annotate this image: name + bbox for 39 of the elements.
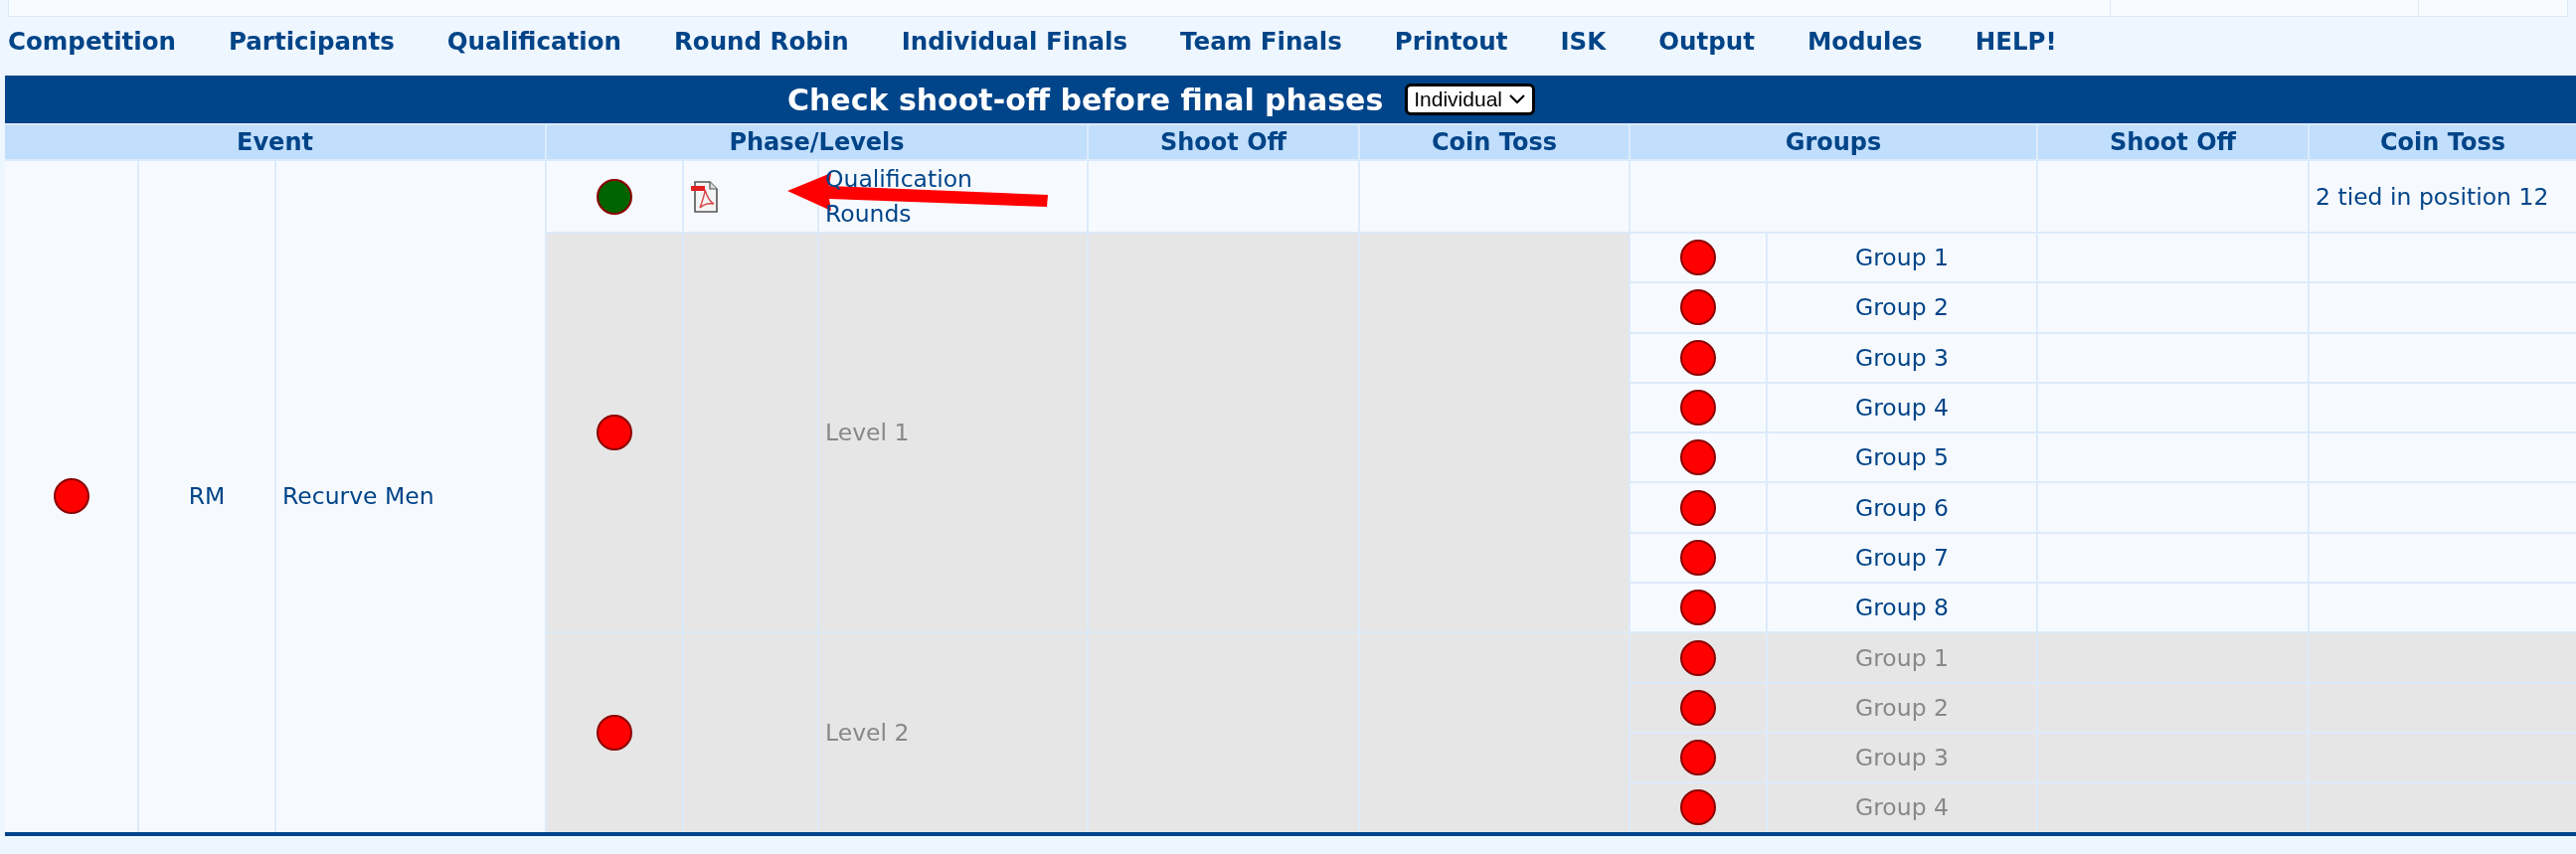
group-label: Group 3 (1855, 343, 1949, 372)
group-label: Group 2 (1855, 293, 1949, 322)
event-name: Recurve Men (282, 482, 434, 511)
menu-item[interactable]: Printout (1394, 27, 1508, 56)
column-header: Event (5, 125, 545, 159)
menu-item[interactable]: Individual Finals (901, 27, 1128, 56)
group-label: Group 4 (1855, 793, 1949, 822)
coin-toss-note: 2 tied in position 12 (2316, 182, 2549, 211)
page-title: Check shoot-off before final phases (787, 82, 1384, 117)
menu-item[interactable]: Output (1658, 27, 1755, 56)
phase-select[interactable]: Individual (1405, 84, 1535, 115)
group-label: Group 1 (1855, 643, 1949, 672)
group-label: Group 4 (1855, 394, 1949, 423)
group-label: Group 6 (1855, 493, 1949, 522)
group-label: Group 3 (1855, 744, 1949, 772)
menu-item[interactable]: ISK (1560, 27, 1607, 56)
menu-item[interactable]: Team Finals (1180, 27, 1342, 56)
level-label: Level 1 (825, 419, 910, 447)
group-label: Group 2 (1855, 693, 1949, 722)
pdf-icon[interactable] (690, 179, 720, 214)
menu-item[interactable]: Competition (8, 27, 176, 56)
column-header: Groups (1631, 125, 2036, 159)
column-header: Shoot Off (2038, 125, 2308, 159)
column-header: Coin Toss (1360, 125, 1629, 159)
column-header: Phase/Levels (547, 125, 1087, 159)
menu-item[interactable]: Modules (1806, 27, 1923, 56)
menu-item[interactable]: Qualification (446, 27, 621, 56)
level-label: Level 2 (825, 718, 910, 747)
group-label: Group 7 (1855, 543, 1949, 572)
menu-item[interactable]: Participants (229, 27, 395, 56)
column-header: Shoot Off (1089, 125, 1358, 159)
column-header: Coin Toss (2310, 125, 2576, 159)
menu-item[interactable]: HELP! (1975, 27, 2057, 56)
menu-item[interactable]: Round Robin (673, 27, 849, 56)
group-label: Group 1 (1855, 244, 1949, 272)
chevron-down-icon (1508, 93, 1526, 105)
group-label: Group 8 (1855, 594, 1949, 622)
event-code: RM (188, 482, 226, 511)
group-label: Group 5 (1855, 443, 1949, 472)
